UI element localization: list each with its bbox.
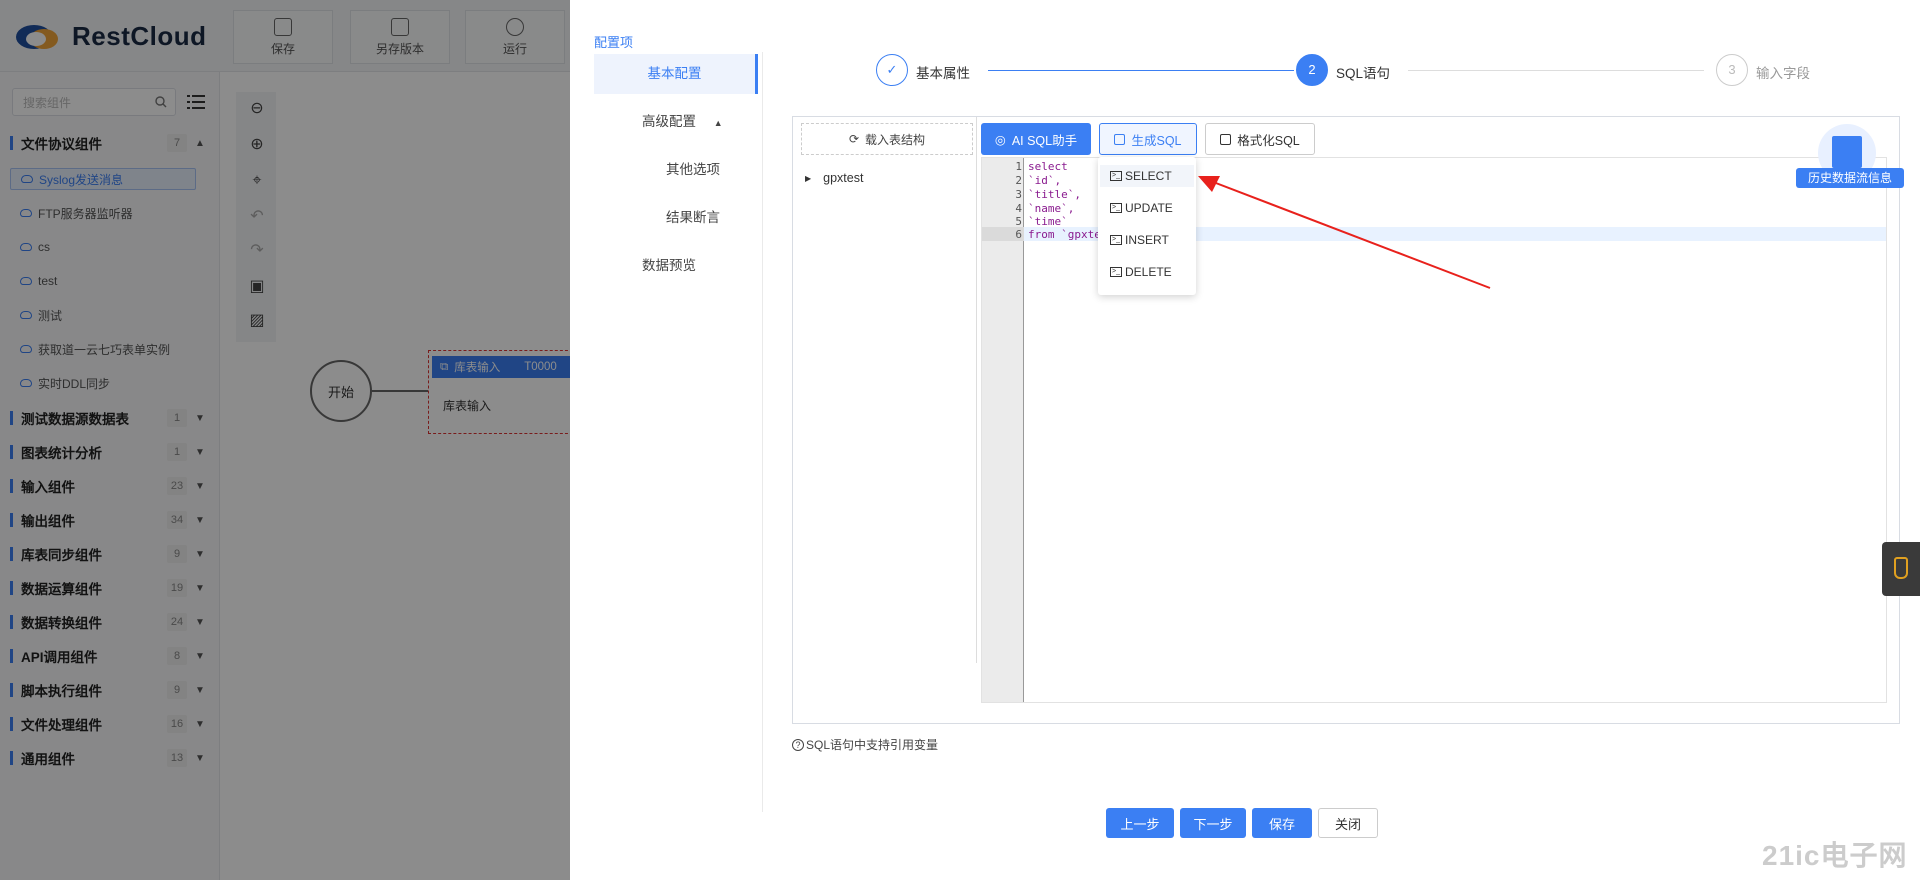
code-line: `time` bbox=[1028, 215, 1068, 228]
nav-other-options[interactable]: 其他选项 bbox=[594, 150, 758, 190]
step-3-label: 输入字段 bbox=[1756, 66, 1810, 81]
menu-item-label: INSERT bbox=[1125, 233, 1169, 247]
format-sql-button[interactable]: 格式化SQL bbox=[1205, 123, 1315, 155]
nav-result-assert[interactable]: 结果断言 bbox=[594, 198, 758, 238]
terminal-icon: >_ bbox=[1110, 171, 1122, 181]
table-tree-pane: ⟳ 载入表结构 ▶ gpxtest bbox=[797, 117, 977, 663]
menu-item-update[interactable]: >_ UPDATE bbox=[1110, 197, 1173, 219]
step-2-number: 2 bbox=[1296, 54, 1328, 86]
hint-text: SQL语句中支持引用变量 bbox=[806, 738, 939, 752]
terminal-icon: >_ bbox=[1110, 235, 1122, 245]
load-structure-label: 载入表结构 bbox=[865, 132, 926, 147]
format-icon bbox=[1220, 133, 1232, 145]
annotation-arrow bbox=[1198, 176, 1491, 289]
nav-divider bbox=[762, 52, 763, 812]
step-1-check-icon: ✓ bbox=[876, 54, 908, 86]
next-step-button[interactable]: 下一步 bbox=[1180, 808, 1246, 838]
caret-right-icon[interactable]: ▶ bbox=[805, 174, 811, 183]
generate-sql-dropdown: >_ SELECT >_ UPDATE >_ INSERT >_ DELETE bbox=[1098, 157, 1196, 295]
config-title: 配置项 bbox=[594, 35, 634, 50]
tree-node-gpxtest[interactable]: ▶ gpxtest bbox=[805, 171, 863, 185]
menu-item-label: SELECT bbox=[1125, 169, 1172, 183]
ai-icon: ◎ bbox=[994, 132, 1006, 147]
menu-item-label: UPDATE bbox=[1125, 201, 1173, 215]
terminal-icon: >_ bbox=[1110, 267, 1122, 277]
code-line: `id`, bbox=[1028, 174, 1062, 187]
menu-item-select[interactable]: >_ SELECT bbox=[1100, 165, 1194, 187]
tree-node-label: gpxtest bbox=[823, 171, 864, 185]
nav-data-preview[interactable]: 数据预览 bbox=[594, 246, 758, 286]
step-connector-1 bbox=[988, 70, 1294, 71]
save-config-button[interactable]: 保存 bbox=[1252, 808, 1312, 838]
chevron-up-icon: ▲ bbox=[713, 118, 723, 128]
code-line: `name`, bbox=[1028, 202, 1075, 215]
step-3-number: 3 bbox=[1716, 54, 1748, 86]
menu-item-delete[interactable]: >_ DELETE bbox=[1110, 261, 1172, 283]
sql-variable-hint: ? SQL语句中支持引用变量 bbox=[792, 736, 938, 753]
help-icon: ? bbox=[792, 738, 804, 751]
line-number: 5 bbox=[1015, 215, 1022, 228]
line-number: 6 bbox=[1015, 228, 1022, 241]
generate-button-label: 生成SQL bbox=[1131, 133, 1182, 148]
generate-icon bbox=[1114, 133, 1126, 145]
format-button-label: 格式化SQL bbox=[1237, 133, 1300, 148]
history-label: 历史数据流信息 bbox=[1796, 168, 1904, 188]
line-number: 4 bbox=[1015, 202, 1022, 215]
config-drawer: 配置项 基本配置 高级配置 ▲ 其他选项 结果断言 数据预览 ✓ 基本属性 2 … bbox=[570, 0, 1920, 880]
generate-sql-button[interactable]: 生成SQL bbox=[1099, 123, 1197, 155]
line-number: 1 bbox=[1015, 160, 1022, 173]
code-line: from `gpxte bbox=[1028, 228, 1101, 241]
menu-item-insert[interactable]: >_ INSERT bbox=[1110, 229, 1169, 251]
step-2-label: SQL语句 bbox=[1336, 66, 1391, 81]
cup-icon bbox=[1894, 557, 1908, 579]
step-1-label: 基本属性 bbox=[916, 66, 970, 81]
code-line: `title`, bbox=[1028, 188, 1081, 201]
document-icon bbox=[1832, 136, 1862, 168]
load-table-structure-button[interactable]: ⟳ 载入表结构 bbox=[801, 123, 973, 155]
ai-sql-assistant-button[interactable]: ◎ AI SQL助手 bbox=[981, 123, 1091, 155]
step-connector-2 bbox=[1408, 70, 1704, 71]
side-panel-tab[interactable] bbox=[1882, 542, 1920, 596]
code-line: select bbox=[1028, 160, 1068, 173]
prev-step-button[interactable]: 上一步 bbox=[1106, 808, 1174, 838]
line-number: 3 bbox=[1015, 188, 1022, 201]
ai-button-label: AI SQL助手 bbox=[1011, 133, 1078, 148]
line-number: 2 bbox=[1015, 174, 1022, 187]
nav-basic-config[interactable]: 基本配置 bbox=[594, 54, 758, 94]
watermark: 21ic电子网 bbox=[1762, 840, 1908, 871]
history-flow-info-widget[interactable]: 历史数据流信息 bbox=[1786, 124, 1914, 194]
refresh-icon: ⟳ bbox=[848, 132, 860, 146]
close-button[interactable]: 关闭 bbox=[1318, 808, 1378, 838]
terminal-icon: >_ bbox=[1110, 203, 1122, 213]
nav-advanced-label: 高级配置 bbox=[642, 114, 696, 129]
menu-item-label: DELETE bbox=[1125, 265, 1172, 279]
nav-advanced-config[interactable]: 高级配置 ▲ bbox=[594, 102, 758, 142]
